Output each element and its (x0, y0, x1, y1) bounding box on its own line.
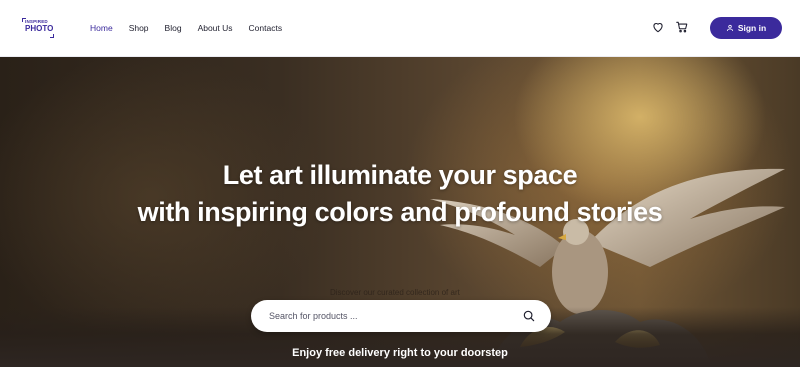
hero-title-line-2: with inspiring colors and profound stori… (137, 197, 663, 227)
search-bar (251, 300, 551, 332)
cart-icon[interactable] (674, 19, 690, 35)
logo-corner-bottom-right (50, 34, 54, 38)
sign-in-button[interactable]: Sign in (710, 17, 782, 39)
hero-overlay-text: Discover our curated collection of art (330, 288, 460, 297)
sign-in-label: Sign in (737, 23, 767, 33)
nav-item-home[interactable]: Home (90, 22, 113, 34)
delivery-tagline: Enjoy free delivery right to your doorst… (292, 347, 508, 359)
heart-icon[interactable] (650, 19, 666, 35)
hero-title-line-1: Let art illuminate your space (222, 160, 578, 190)
user-icon (726, 24, 733, 32)
search-input[interactable] (269, 308, 509, 324)
logo-text-bottom: PHOTO (25, 24, 54, 33)
search-icon[interactable] (522, 309, 536, 323)
nav-item-shop[interactable]: Shop (129, 22, 149, 34)
hero-banner: Let art illuminate your space with inspi… (0, 57, 800, 367)
main-nav: Home Shop Blog About Us Contacts (90, 22, 298, 34)
hero-title: Let art illuminate your space with inspi… (0, 157, 800, 231)
nav-item-blog[interactable]: Blog (165, 22, 182, 34)
nav-item-contacts[interactable]: Contacts (249, 22, 283, 34)
brand-logo[interactable]: INSPIRED PHOTO (22, 18, 54, 38)
site-header: INSPIRED PHOTO Home Shop Blog About Us C… (0, 0, 800, 57)
nav-item-about-us[interactable]: About Us (198, 22, 233, 34)
